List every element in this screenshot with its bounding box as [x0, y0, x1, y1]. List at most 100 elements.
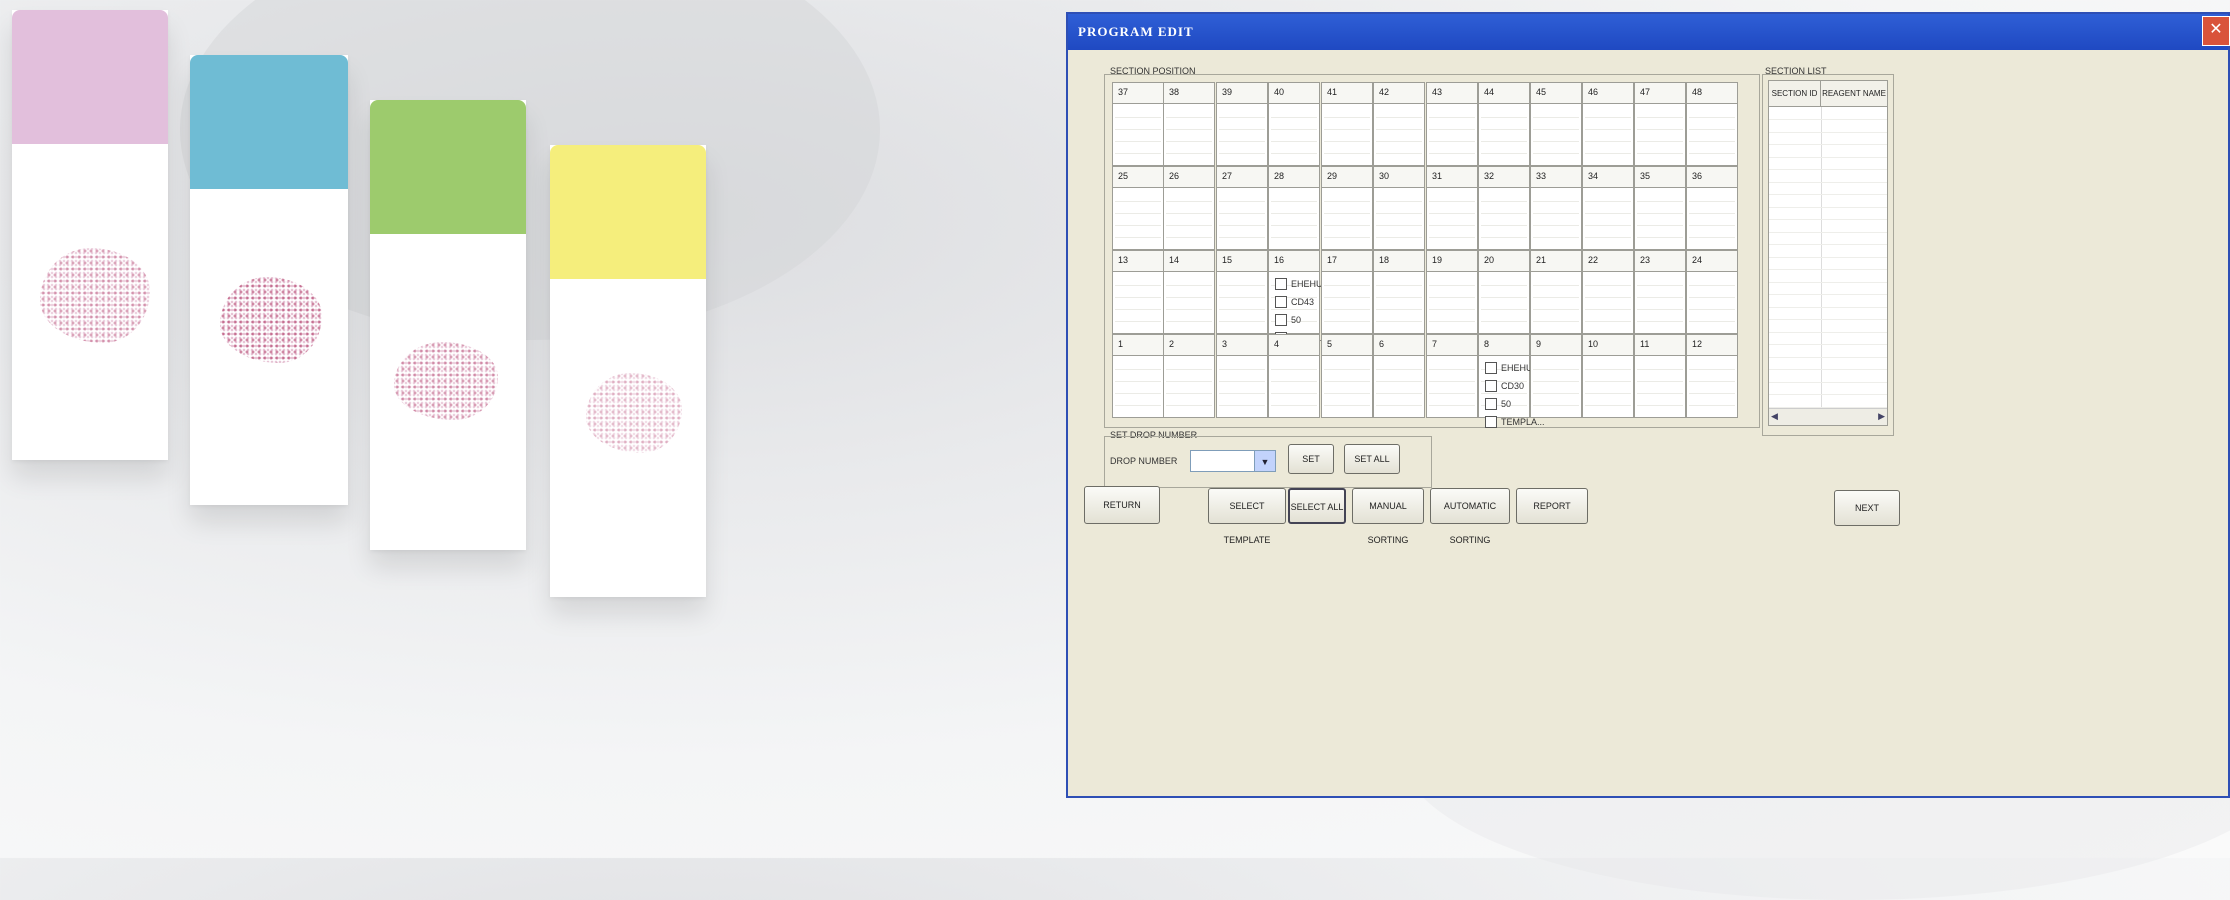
checkbox[interactable]: [1485, 398, 1497, 410]
section-cell[interactable]: 43: [1426, 82, 1478, 166]
section-cell[interactable]: 28: [1268, 166, 1320, 250]
return-button[interactable]: RETURN: [1084, 486, 1160, 524]
cell-rule: [1271, 393, 1317, 394]
checkbox[interactable]: [1485, 380, 1497, 392]
section-cell[interactable]: 27: [1216, 166, 1268, 250]
cell-rule: [1219, 225, 1265, 226]
cell-rule: [1271, 141, 1317, 142]
drop-number-select[interactable]: ▼: [1190, 450, 1276, 472]
section-cell[interactable]: 3: [1216, 334, 1268, 418]
list-row-line: [1769, 219, 1887, 220]
cell-rule: [1637, 237, 1683, 238]
section-cell[interactable]: 26: [1163, 166, 1215, 250]
cell-rule: [1533, 309, 1579, 310]
section-list-table[interactable]: SECTION ID REAGENT NAME ◀ ▶: [1768, 80, 1888, 426]
checkbox[interactable]: [1275, 314, 1287, 326]
section-number: 44: [1479, 83, 1529, 104]
set-button[interactable]: SET: [1288, 444, 1334, 474]
section-number: 32: [1479, 167, 1529, 188]
section-cell[interactable]: 19: [1426, 250, 1478, 334]
section-cell[interactable]: 38: [1163, 82, 1215, 166]
list-row-line: [1769, 169, 1887, 170]
scroll-right-icon[interactable]: ▶: [1878, 411, 1885, 422]
section-cell[interactable]: 20: [1478, 250, 1530, 334]
section-cell[interactable]: 24: [1686, 250, 1738, 334]
section-cell[interactable]: 22: [1582, 250, 1634, 334]
section-cell[interactable]: 4: [1268, 334, 1320, 418]
section-cell[interactable]: 18: [1373, 250, 1425, 334]
cell-rule: [1376, 285, 1422, 286]
section-cell[interactable]: 48: [1686, 82, 1738, 166]
section-cell[interactable]: 45: [1530, 82, 1582, 166]
automatic-sorting-button[interactable]: AUTOMATIC SORTING: [1430, 488, 1510, 545]
section-cell[interactable]: 23: [1634, 250, 1686, 334]
cell-rule: [1533, 213, 1579, 214]
section-cell[interactable]: 14: [1163, 250, 1215, 334]
section-cell[interactable]: 35: [1634, 166, 1686, 250]
select-all-button[interactable]: SELECT ALL: [1288, 488, 1346, 524]
section-number: 35: [1635, 167, 1685, 188]
section-cell[interactable]: 21: [1530, 250, 1582, 334]
close-icon[interactable]: ✕: [2202, 16, 2230, 46]
checkbox[interactable]: [1485, 362, 1497, 374]
manual-sorting-button[interactable]: MANUAL SORTING: [1352, 488, 1424, 545]
list-row-line: [1769, 394, 1887, 395]
section-cell[interactable]: 1: [1112, 334, 1164, 418]
section-cell[interactable]: 33: [1530, 166, 1582, 250]
section-cell[interactable]: 12: [1686, 334, 1738, 418]
section-cell[interactable]: 36: [1686, 166, 1738, 250]
checkbox[interactable]: [1485, 416, 1497, 428]
next-button[interactable]: NEXT: [1834, 490, 1900, 526]
select-template-button[interactable]: SELECT TEMPLATE: [1208, 488, 1286, 545]
cell-rule: [1376, 405, 1422, 406]
cell-rule: [1376, 225, 1422, 226]
section-cell[interactable]: 6: [1373, 334, 1425, 418]
section-cell[interactable]: 29: [1321, 166, 1373, 250]
section-cell[interactable]: 41: [1321, 82, 1373, 166]
cell-rule: [1376, 153, 1422, 154]
section-cell[interactable]: 32: [1478, 166, 1530, 250]
section-cell[interactable]: 7: [1426, 334, 1478, 418]
column-header-section-id[interactable]: SECTION ID: [1769, 81, 1821, 107]
cell-rule: [1376, 309, 1422, 310]
section-cell[interactable]: 25: [1112, 166, 1164, 250]
section-cell[interactable]: 42: [1373, 82, 1425, 166]
section-cell[interactable]: 2: [1163, 334, 1215, 418]
section-cell[interactable]: 39: [1216, 82, 1268, 166]
section-cell[interactable]: 34: [1582, 166, 1634, 250]
cell-rule: [1429, 141, 1475, 142]
cell-rule: [1637, 225, 1683, 226]
report-button[interactable]: REPORT: [1516, 488, 1588, 524]
section-cell[interactable]: 16EHEHU-8CD4350TEMPLA...: [1268, 250, 1335, 344]
cell-rule: [1219, 237, 1265, 238]
section-cell[interactable]: 15: [1216, 250, 1268, 334]
cell-rule: [1533, 153, 1579, 154]
horizontal-scrollbar[interactable]: ◀ ▶: [1769, 408, 1887, 425]
section-cell[interactable]: 13: [1112, 250, 1164, 334]
section-cell[interactable]: 8 EHEHU-1 CD30 50 TEMPLA...: [1478, 334, 1545, 428]
cell-rule: [1115, 381, 1161, 382]
cell-rule: [1324, 237, 1370, 238]
section-number: 22: [1583, 251, 1633, 272]
set-all-button[interactable]: SET ALL: [1344, 444, 1400, 474]
checkbox[interactable]: [1275, 278, 1287, 290]
section-cell[interactable]: 47: [1634, 82, 1686, 166]
chevron-down-icon[interactable]: ▼: [1254, 451, 1275, 471]
section-cell[interactable]: 17: [1321, 250, 1373, 334]
section-cell[interactable]: 11: [1634, 334, 1686, 418]
section-cell[interactable]: 37: [1112, 82, 1164, 166]
section-cell[interactable]: 46: [1582, 82, 1634, 166]
cell-rule: [1324, 213, 1370, 214]
section-cell[interactable]: 44: [1478, 82, 1530, 166]
section-cell[interactable]: 10: [1582, 334, 1634, 418]
section-cell[interactable]: 5: [1321, 334, 1373, 418]
checkbox[interactable]: [1275, 296, 1287, 308]
section-cell[interactable]: 30: [1373, 166, 1425, 250]
section-cell[interactable]: 40: [1268, 82, 1320, 166]
section-cell[interactable]: 31: [1426, 166, 1478, 250]
scroll-left-icon[interactable]: ◀: [1771, 411, 1778, 422]
section-cell[interactable]: 9: [1530, 334, 1582, 418]
cell-rule: [1481, 309, 1527, 310]
cell-rule: [1115, 225, 1161, 226]
column-header-reagent-name[interactable]: REAGENT NAME: [1821, 81, 1887, 107]
